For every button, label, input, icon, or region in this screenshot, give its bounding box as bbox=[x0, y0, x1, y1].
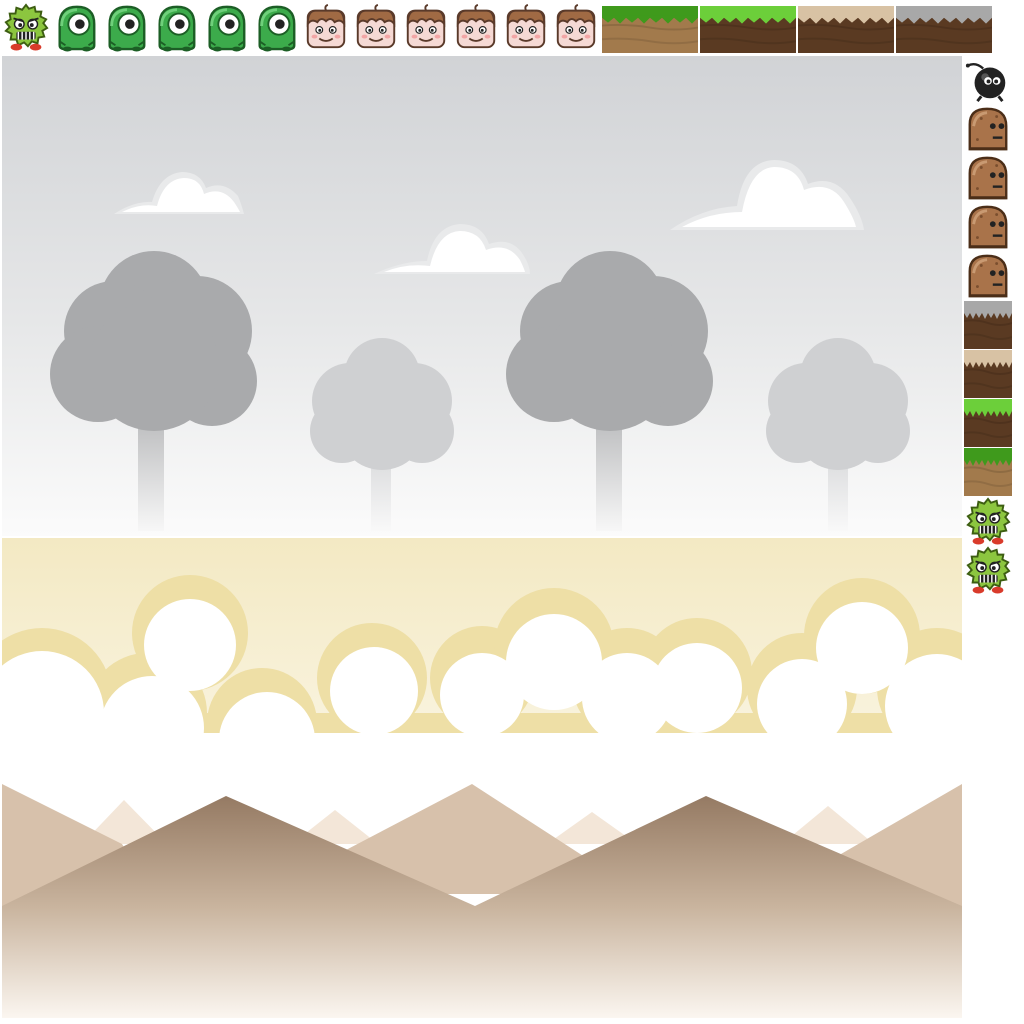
desert-background bbox=[2, 784, 962, 1018]
block-kid-face-icon bbox=[402, 2, 450, 52]
grass-dark-dirt-tile bbox=[964, 399, 1012, 447]
desert-background-art bbox=[2, 784, 962, 1018]
grass-dark-dirt-tile bbox=[700, 6, 796, 53]
green-cyclops-icon bbox=[102, 2, 150, 52]
forest-background-art bbox=[2, 56, 962, 536]
grass-dirt-tile bbox=[964, 448, 1012, 496]
block-kid-face-icon bbox=[302, 2, 350, 52]
brown-rock-creature-icon bbox=[964, 154, 1012, 202]
grass-dirt-tile bbox=[602, 6, 698, 53]
cloud-background-art bbox=[2, 538, 962, 788]
brown-rock-creature-icon bbox=[964, 105, 1012, 153]
forest-background bbox=[2, 56, 962, 536]
block-kid-face-icon bbox=[552, 2, 600, 52]
sand-dirt-tile bbox=[964, 350, 1012, 398]
spiky-green-monster-icon bbox=[964, 546, 1012, 594]
brown-rock-creature-icon bbox=[964, 203, 1012, 251]
sand-dirt-tile bbox=[798, 6, 894, 53]
green-cyclops-icon bbox=[152, 2, 200, 52]
green-cyclops-icon bbox=[252, 2, 300, 52]
spiky-green-monster-icon bbox=[2, 2, 50, 52]
block-kid-face-icon bbox=[352, 2, 400, 52]
brown-rock-creature-icon bbox=[964, 252, 1012, 300]
cloud-background bbox=[2, 538, 962, 788]
stone-dirt-tile bbox=[896, 6, 992, 53]
stone-dirt-tile bbox=[964, 301, 1012, 349]
top-sprite-row bbox=[0, 0, 1000, 56]
green-cyclops-icon bbox=[202, 2, 250, 52]
black-bomb-creature-icon bbox=[964, 56, 1012, 104]
block-kid-face-icon bbox=[502, 2, 550, 52]
side-sprite-column bbox=[962, 56, 1024, 616]
green-cyclops-icon bbox=[52, 2, 100, 52]
spiky-green-monster-icon bbox=[964, 497, 1012, 545]
block-kid-face-icon bbox=[452, 2, 500, 52]
